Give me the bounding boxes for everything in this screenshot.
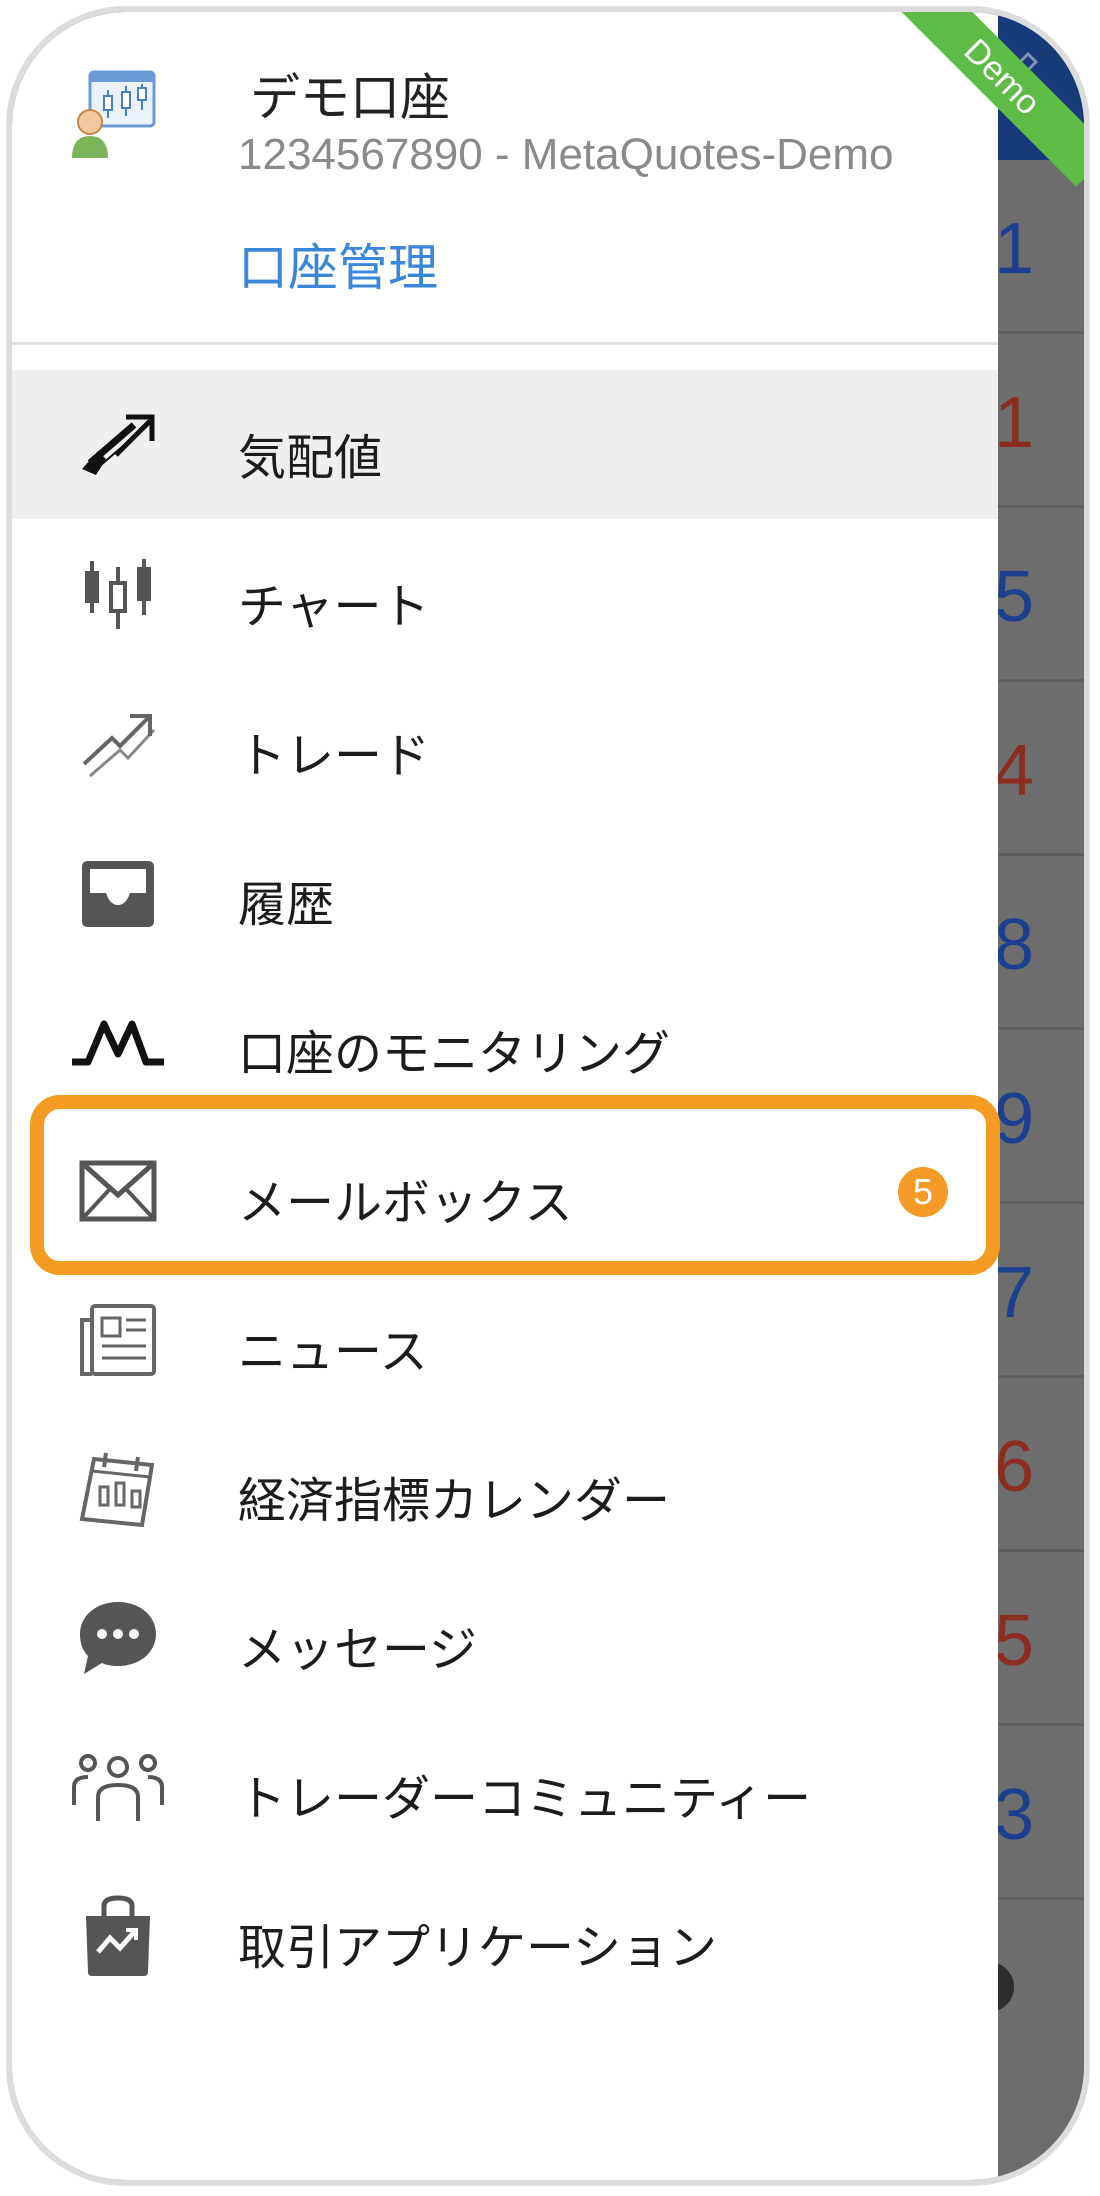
navigation-drawer: デモ口座 1234567890 - MetaQuotes-Demo 口座管理 気… (12, 12, 1000, 2180)
menu-item-label: トレード (238, 728, 431, 784)
menu-item-label: メールボックス (238, 1175, 573, 1231)
menu-item-4[interactable]: 履歴 (12, 817, 998, 966)
quotes-arrows-icon (70, 408, 166, 484)
menu-item-3[interactable]: トレード (12, 668, 998, 817)
menu-item-label: 気配値 (238, 430, 383, 486)
trading-apps-bag-icon (70, 1895, 166, 1976)
monitoring-wave-icon (70, 1004, 166, 1080)
screen: 71913554787997567553 デモ口座 1234567 (0, 0, 1100, 2196)
account-header[interactable]: デモ口座 1234567890 - MetaQuotes-Demo 口座管理 (12, 12, 998, 342)
news-icon (70, 1302, 166, 1378)
phone-frame: 71913554787997567553 デモ口座 1234567 (6, 6, 1090, 2186)
unread-count-badge: 5 (898, 1167, 948, 1217)
account-avatar-icon (72, 70, 156, 158)
account-name: デモ口座 (250, 69, 450, 127)
account-number-server: 1234567890 - MetaQuotes-Demo (238, 130, 894, 179)
community-people-icon (70, 1749, 166, 1825)
divider (12, 342, 998, 345)
manage-accounts-link[interactable]: 口座管理 (238, 228, 438, 300)
menu-item-2[interactable]: チャート (12, 519, 998, 668)
menu-item-label: 履歴 (238, 877, 335, 933)
menu-item-1[interactable]: 気配値 (12, 370, 998, 519)
menu-item-10[interactable]: トレーダーコミュニティー (12, 1711, 998, 1860)
menu-item-label: 取引アプリケーション (238, 1920, 718, 1976)
menu-item-8[interactable]: 経済指標カレンダー (12, 1413, 998, 1562)
mail-envelope-icon (70, 1153, 166, 1229)
menu-item-5[interactable]: 口座のモニタリング (12, 966, 998, 1115)
trade-trend-icon (70, 706, 166, 782)
menu-item-7[interactable]: ニュース (12, 1264, 998, 1413)
history-inbox-icon (70, 855, 166, 931)
menu-item-label: 経済指標カレンダー (238, 1473, 671, 1529)
menu-item-label: 口座のモニタリング (238, 1026, 671, 1082)
menu-item-6[interactable]: メールボックス 5 (12, 1115, 998, 1264)
chat-bubble-icon (70, 1600, 166, 1676)
menu-item-9[interactable]: メッセージ (12, 1562, 998, 1711)
candlestick-chart-icon (70, 557, 166, 633)
menu-item-11[interactable]: 取引アプリケーション (12, 1860, 998, 2009)
menu-item-label: ニュース (238, 1324, 428, 1380)
menu-item-label: メッセージ (238, 1622, 478, 1678)
economic-calendar-icon (70, 1451, 166, 1528)
drawer-menu: 気配値チャートトレード履歴口座のモニタリング メールボックス 5 ニュース経済指標カレ… (12, 370, 998, 2009)
menu-item-label: トレーダーコミュニティー (238, 1771, 812, 1827)
menu-item-label: チャート (238, 579, 430, 635)
